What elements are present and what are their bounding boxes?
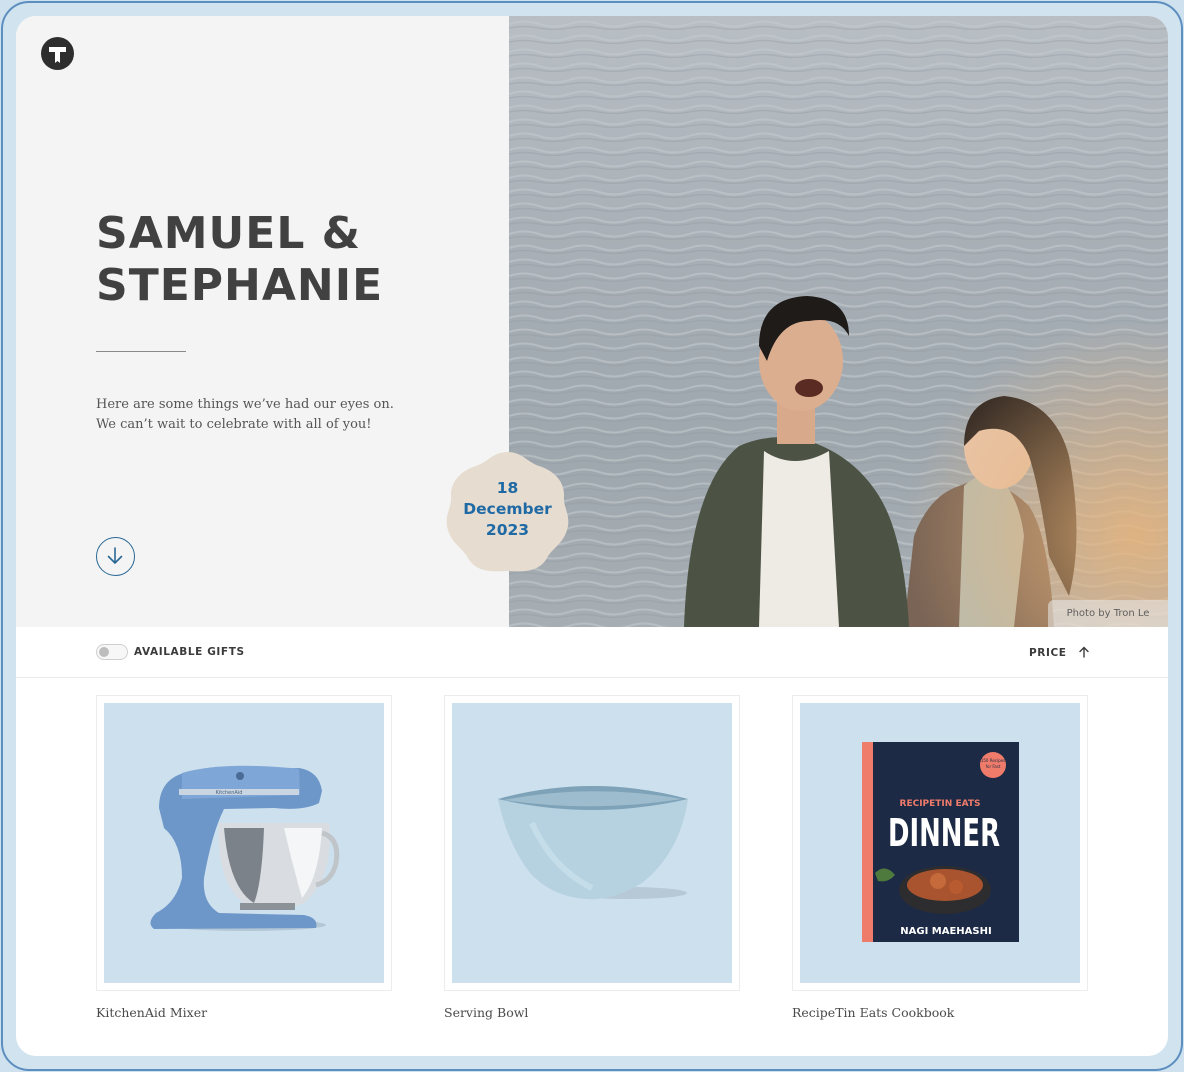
product-card-mixer[interactable]: KitchenAid <box>96 695 392 991</box>
book-series: RECIPETIN EATS <box>900 799 981 809</box>
couple-photo: Photo by Tron Le <box>509 16 1168 627</box>
product-name-bowl[interactable]: Serving Bowl <box>444 1005 528 1020</box>
arrow-up-icon <box>1079 644 1089 666</box>
date-badge: 18 December 2023 <box>444 448 571 575</box>
scroll-down-button[interactable] <box>96 537 135 576</box>
hero-intro-panel: SAMUEL & STEPHANIE Here are some things … <box>16 16 509 627</box>
date-day: 18 <box>496 479 519 497</box>
product-name-cookbook[interactable]: RecipeTin Eats Cookbook <box>792 1005 954 1020</box>
product-image-cookbook: 150 Recipes for Fast RECIPETIN EATS DINN… <box>800 703 1080 983</box>
sort-label: PRICE <box>1029 647 1067 659</box>
name-line-2: STEPHANIE <box>96 260 384 311</box>
filter-bar: AVAILABLE GIFTS PRICE <box>16 627 1168 678</box>
mixer-brand: KitchenAid <box>216 790 243 796</box>
book-badge: 150 Recipes <box>981 758 1005 763</box>
photo-credit: Photo by Tron Le <box>1048 600 1168 627</box>
book-author: NAGI MAEHASHI <box>900 926 991 937</box>
arrow-down-icon <box>107 547 123 564</box>
available-gifts-label[interactable]: AVAILABLE GIFTS <box>134 646 245 658</box>
divider <box>96 351 186 352</box>
date-month: December <box>463 500 552 518</box>
product-image-bowl <box>452 703 732 983</box>
product-card-bowl[interactable] <box>444 695 740 991</box>
product-image-mixer: KitchenAid <box>104 703 384 983</box>
logo-icon[interactable] <box>41 37 74 70</box>
registry-page: SAMUEL & STEPHANIE Here are some things … <box>16 16 1168 1056</box>
sort-price-button[interactable]: PRICE <box>1029 642 1089 664</box>
intro-text: Here are some things we’ve had our eyes … <box>96 395 416 435</box>
name-line-1: SAMUEL & <box>96 208 362 259</box>
intro-line-2: We can’t wait to celebrate with all of y… <box>96 417 372 432</box>
product-name-mixer[interactable]: KitchenAid Mixer <box>96 1005 207 1020</box>
product-card-cookbook[interactable]: 150 Recipes for Fast RECIPETIN EATS DINN… <box>792 695 1088 991</box>
event-date: 18 December 2023 <box>444 478 571 541</box>
date-year: 2023 <box>485 521 530 539</box>
available-gifts-toggle[interactable] <box>96 644 128 660</box>
couple-names: SAMUEL & STEPHANIE <box>96 208 383 312</box>
svg-text:for Fast: for Fast <box>986 764 1001 769</box>
intro-line-1: Here are some things we’ve had our eyes … <box>96 397 394 412</box>
book-title: DINNER <box>888 811 1000 855</box>
toggle-knob <box>99 647 109 657</box>
